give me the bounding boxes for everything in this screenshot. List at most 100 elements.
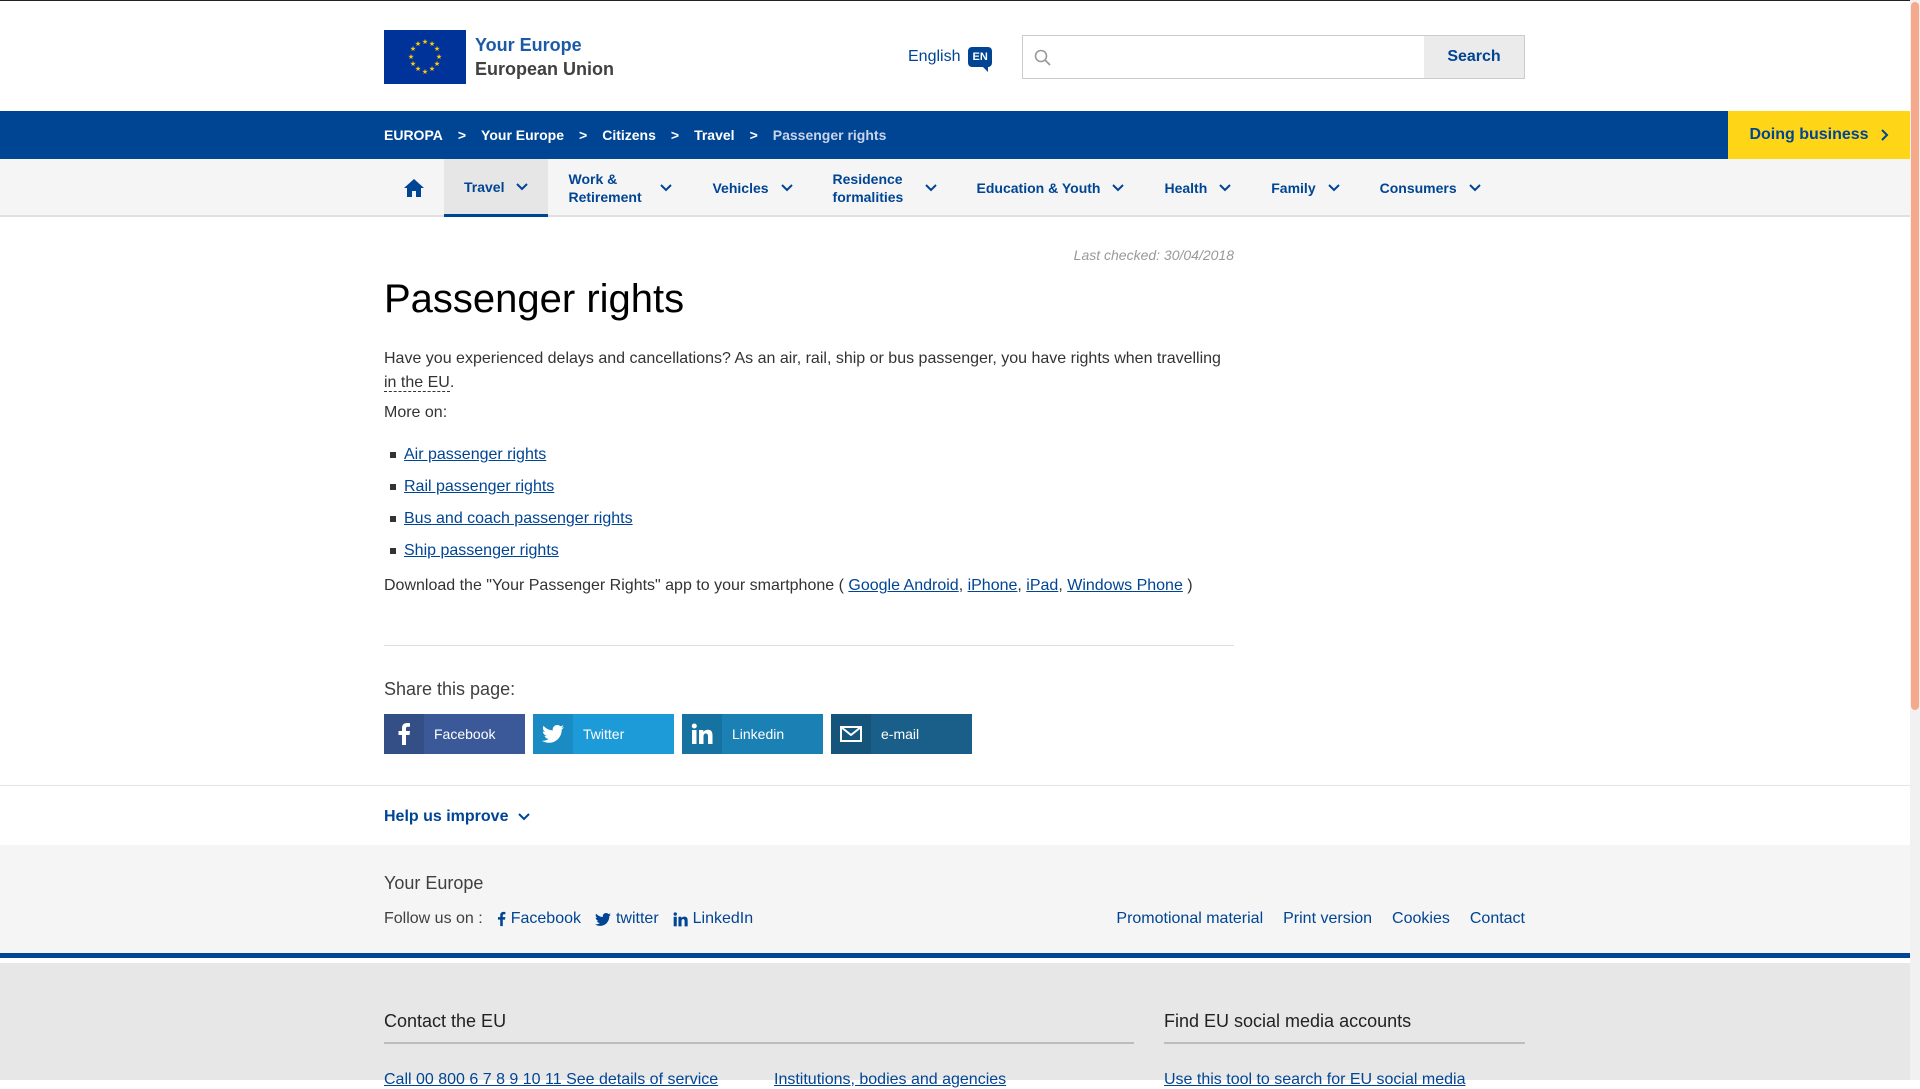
- breadcrumb-current: Passenger rights: [772, 127, 887, 143]
- breadcrumb-citizens[interactable]: Citizens: [602, 127, 656, 143]
- svg-text:★: ★: [422, 38, 428, 46]
- intro-text: Have you experienced delays and cancella…: [384, 350, 1221, 367]
- nav-family[interactable]: Family: [1251, 159, 1359, 217]
- ship-passenger-rights-link[interactable]: Ship passenger rights: [404, 542, 559, 560]
- footer-twitter-link[interactable]: twitter: [595, 910, 659, 928]
- nav-work-retirement[interactable]: Work & Retirement: [548, 159, 692, 217]
- promotional-material-link[interactable]: Promotional material: [1116, 910, 1263, 928]
- bus-coach-passenger-rights-link[interactable]: Bus and coach passenger rights: [404, 510, 633, 528]
- share-email-button[interactable]: e-mail: [831, 714, 972, 754]
- chevron-down-icon: [516, 182, 529, 190]
- share-facebook-button[interactable]: Facebook: [384, 714, 525, 754]
- follow-label: Follow us on :: [384, 910, 483, 927]
- search-input[interactable]: [1059, 36, 1419, 78]
- nav-education-youth[interactable]: Education & Youth: [957, 159, 1145, 217]
- institutions-link[interactable]: Institutions, bodies and agencies: [774, 1071, 1006, 1089]
- print-version-link[interactable]: Print version: [1283, 910, 1372, 928]
- download-text: Download the "Your Passenger Rights" app…: [384, 577, 849, 594]
- share-twitter-button[interactable]: Twitter: [533, 714, 674, 754]
- in-the-eu-tooltip[interactable]: in the EU: [384, 374, 450, 392]
- list-item: Bus and coach passenger rights: [384, 503, 633, 535]
- chevron-down-icon: [660, 184, 673, 192]
- footer-bottom: Contact the EU Find EU social media acco…: [0, 963, 1910, 1088]
- footer-linkedin-link[interactable]: LinkedIn: [673, 910, 754, 928]
- intro-end: .: [449, 374, 455, 391]
- svg-text:★: ★: [422, 68, 428, 76]
- follow-us: Follow us on : Facebook twitter LinkedIn: [384, 910, 753, 928]
- cookies-link[interactable]: Cookies: [1392, 910, 1450, 928]
- more-on-label: More on:: [384, 404, 448, 421]
- help-us-improve-label: Help us improve: [384, 808, 509, 825]
- nav-label: Education & Youth: [976, 180, 1101, 196]
- nav-vehicles[interactable]: Vehicles: [692, 159, 812, 217]
- help-us-improve-button[interactable]: Help us improve: [384, 808, 531, 826]
- contact-eu-title: Contact the EU: [384, 1011, 507, 1031]
- nav-label: Work & Retirement: [568, 171, 642, 205]
- facebook-icon: [384, 714, 424, 754]
- share-email-label: e-mail: [881, 726, 920, 742]
- page-title: Passenger rights: [384, 277, 685, 321]
- home-button[interactable]: [384, 159, 444, 217]
- list-item: Ship passenger rights: [384, 535, 633, 567]
- chevron-down-icon: [1219, 184, 1231, 192]
- footer-twitter-label: twitter: [615, 910, 659, 927]
- chevron-down-icon: [518, 813, 531, 821]
- contact-link[interactable]: Contact: [1470, 910, 1525, 928]
- breadcrumb-separator: >: [457, 127, 467, 143]
- share-label: Share this page:: [384, 679, 516, 699]
- twitter-icon: [533, 714, 573, 754]
- language-code-icon: EN: [968, 47, 992, 72]
- share-twitter-label: Twitter: [583, 726, 625, 742]
- breadcrumb-separator: >: [670, 127, 680, 143]
- scrollbar-thumb[interactable]: [1911, 2, 1919, 710]
- list-item: Air passenger rights: [384, 439, 633, 471]
- footer-facebook-link[interactable]: Facebook: [497, 910, 581, 928]
- facebook-icon: [497, 911, 506, 927]
- chevron-down-icon: [924, 184, 937, 192]
- site-title: Your Europe: [475, 35, 582, 55]
- more-on-list: Air passenger rights Rail passenger righ…: [384, 439, 633, 567]
- intro-paragraph: Have you experienced delays and cancella…: [384, 347, 1234, 395]
- nav-consumers[interactable]: Consumers: [1360, 159, 1501, 217]
- footer-linkedin-label: LinkedIn: [692, 910, 754, 927]
- site-name[interactable]: Your Europe European Union: [475, 33, 614, 81]
- main-navigation: Travel Work & Retirement Vehicles Reside…: [0, 159, 1910, 217]
- nav-health[interactable]: Health: [1144, 159, 1251, 217]
- site-header: ★ ★ ★ ★ ★ ★ ★ ★ ★ ★ ★ ★ Your Europe European Uni…: [0, 0, 1910, 111]
- linkedin-icon: [682, 714, 722, 754]
- doing-business-button[interactable]: Doing business: [1728, 111, 1910, 159]
- language-selector[interactable]: English EN: [908, 47, 992, 72]
- nav-travel[interactable]: Travel: [444, 159, 549, 217]
- divider: [384, 1042, 1134, 1044]
- footer-links: Promotional material Print version Cooki…: [1116, 910, 1525, 928]
- air-passenger-rights-link[interactable]: Air passenger rights: [404, 446, 546, 464]
- svg-text:★: ★: [410, 60, 416, 68]
- nav-label: Vehicles: [712, 180, 769, 196]
- google-android-link[interactable]: Google Android: [848, 577, 958, 594]
- chevron-down-icon: [1112, 184, 1125, 192]
- nav-residence-formalities[interactable]: Residence formalities: [813, 159, 957, 217]
- ipad-link[interactable]: iPad: [1026, 577, 1058, 594]
- breadcrumb-your-europe[interactable]: Your Europe: [481, 127, 564, 143]
- search-box: [1022, 35, 1425, 79]
- help-band: Help us improve: [0, 785, 1910, 845]
- windows-phone-link[interactable]: Windows Phone: [1067, 577, 1183, 594]
- nav-label: Family: [1271, 180, 1316, 196]
- divider: [1164, 1042, 1525, 1044]
- svg-text:★: ★: [408, 53, 414, 61]
- eu-flag-logo[interactable]: ★ ★ ★ ★ ★ ★ ★ ★ ★ ★ ★ ★: [384, 30, 466, 84]
- share-linkedin-button[interactable]: Linkedin: [682, 714, 823, 754]
- chevron-down-icon: [1468, 184, 1481, 192]
- rail-passenger-rights-link[interactable]: Rail passenger rights: [404, 478, 554, 496]
- social-media-tool-link[interactable]: Use this tool to search for EU social me…: [1164, 1071, 1465, 1089]
- iphone-link[interactable]: iPhone: [968, 577, 1018, 594]
- search-button[interactable]: Search: [1424, 35, 1525, 79]
- scrollbar[interactable]: [1910, 0, 1920, 1080]
- doing-business-label: Doing business: [1749, 126, 1869, 143]
- call-eu-link[interactable]: Call 00 800 6 7 8 9 10 11 See details of…: [384, 1071, 718, 1089]
- twitter-icon: [595, 912, 611, 926]
- breadcrumb-travel[interactable]: Travel: [694, 127, 734, 143]
- svg-text:★: ★: [429, 65, 435, 73]
- breadcrumb-europa[interactable]: EUROPA: [384, 127, 443, 143]
- site-subtitle: European Union: [475, 59, 614, 79]
